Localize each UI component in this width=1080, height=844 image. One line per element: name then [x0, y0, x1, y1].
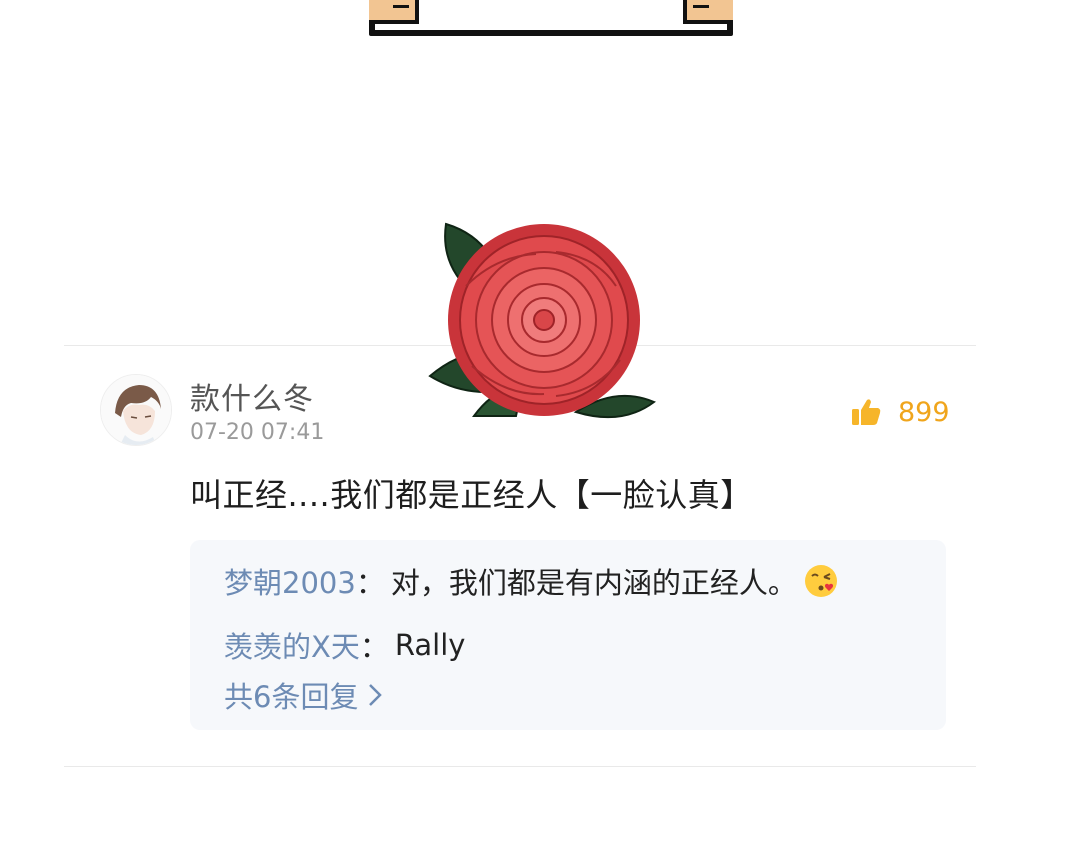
reply-item[interactable]: 梦朝2003 ： 对，我们都是有内涵的正经人。 [224, 560, 839, 602]
reply-author[interactable]: 梦朝2003 [224, 560, 356, 602]
reply-colon: ： [359, 630, 389, 664]
kissing-heart-emoji-icon [804, 565, 837, 597]
divider-bottom [64, 766, 976, 767]
view-all-replies-label: 共6条回复 [224, 680, 359, 714]
comment-text: 叫正经....我们都是正经人【一脸认真】 [190, 476, 753, 514]
reply-text: Rally [394, 628, 466, 662]
reply-colon: ： [355, 566, 385, 600]
view-all-replies-link[interactable]: 共6条回复 [224, 674, 384, 716]
avatar[interactable] [100, 374, 172, 446]
reply-author[interactable]: 羡羡的X天 [224, 624, 360, 666]
like-button[interactable]: 899 [850, 394, 950, 430]
thumbs-up-icon [852, 399, 881, 425]
like-count: 899 [898, 396, 950, 428]
comment-author[interactable]: 款什么冬 [190, 374, 314, 418]
frame-tab-left [369, 0, 419, 24]
frame-tab-right [683, 0, 733, 24]
reply-item[interactable]: 羡羡的X天 ： Rally [224, 624, 465, 666]
top-image-fragment [369, 0, 733, 36]
chevron-right-icon [369, 684, 383, 706]
replies-box[interactable]: 梦朝2003 ： 对，我们都是有内涵的正经人。 羡羡的X天 ： Rally 共6… [190, 540, 946, 730]
reply-text: 对，我们都是有内涵的正经人。 [390, 566, 797, 600]
rose-sticker [428, 222, 656, 419]
comment-timestamp: 07-20 07:41 [190, 420, 325, 445]
